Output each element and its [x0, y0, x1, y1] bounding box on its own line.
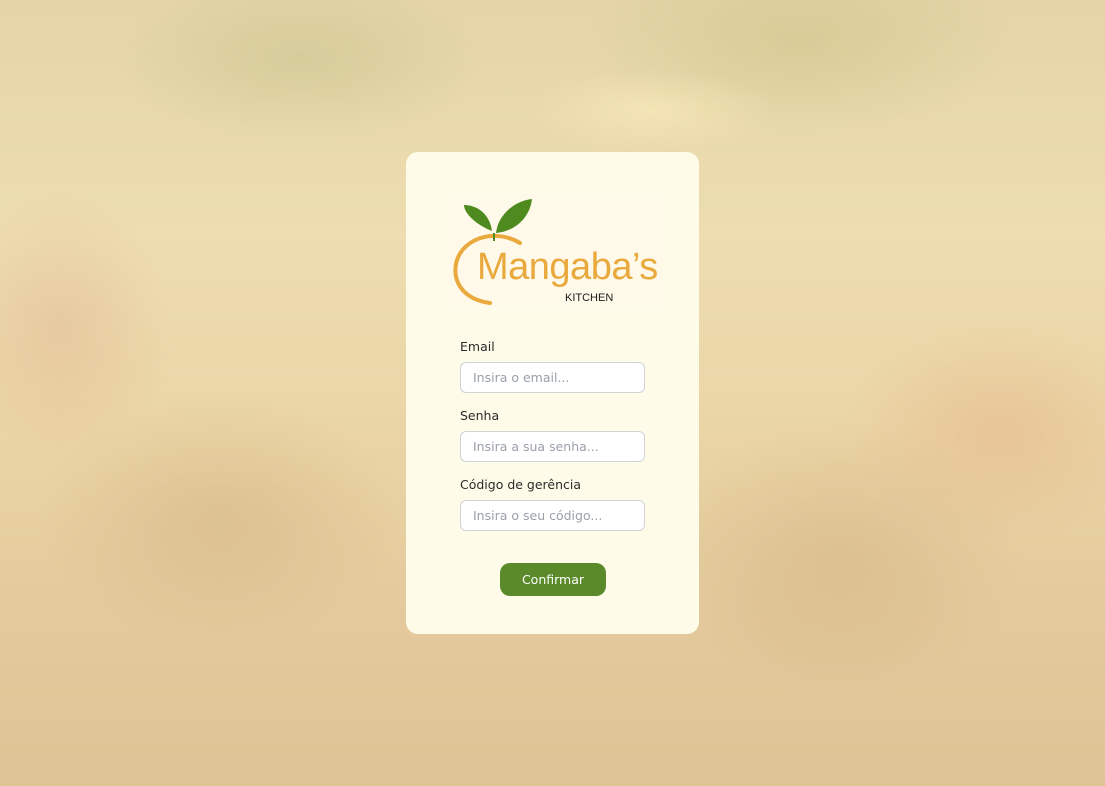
confirm-button[interactable]: Confirmar	[500, 563, 606, 596]
logo-brand-name: Mangaba’s	[477, 246, 658, 288]
password-label: Senha	[460, 408, 500, 423]
password-input[interactable]	[460, 431, 645, 462]
email-label: Email	[460, 339, 495, 354]
management-code-input[interactable]	[460, 500, 645, 531]
email-input[interactable]	[460, 362, 645, 393]
logo-subtitle: KITCHEN	[565, 292, 614, 304]
management-code-label: Código de gerência	[460, 477, 582, 492]
